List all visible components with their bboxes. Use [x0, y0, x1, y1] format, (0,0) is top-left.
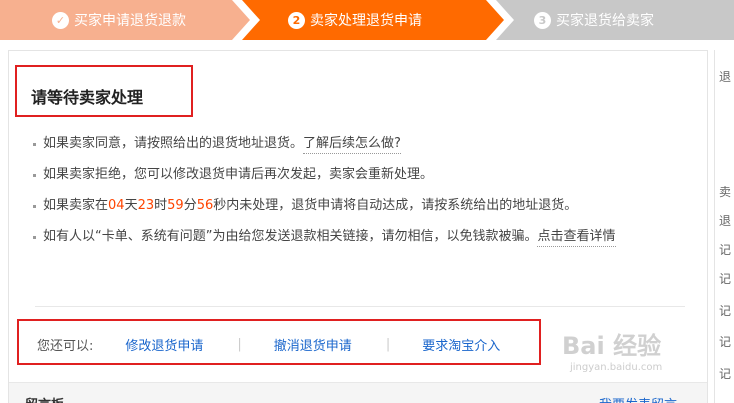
right-sidebar: 退 卖 退 记 记 记 记 记	[714, 50, 734, 403]
step-1: ✓ 买家申请退货退款	[0, 0, 250, 40]
separator: |	[385, 336, 391, 352]
check-icon: ✓	[52, 11, 69, 29]
cancel-return-request-link[interactable]: 撤消退货申请	[274, 335, 352, 354]
next-steps-link[interactable]: 了解后续怎么做?	[303, 136, 401, 154]
view-details-link[interactable]: 点击查看详情	[537, 229, 616, 247]
message-board-title: 留言板	[25, 394, 64, 403]
countdown-days: 04	[108, 198, 125, 213]
step-3-number: 3	[534, 11, 551, 29]
modify-return-request-link[interactable]: 修改退货申请	[125, 335, 203, 354]
step-3: 3 买家退货给卖家	[496, 0, 734, 40]
message-board-bar: 留言板 我要发表留言	[9, 382, 707, 403]
info-item-agree: 如果卖家同意，请按照给出的退货地址退货。了解后续怎么做?	[33, 129, 693, 160]
countdown-hours: 23	[137, 198, 155, 213]
info-item-countdown: 如果卖家在04天23时59分56秒内未处理，退货申请将自动达成，请按系统给出的地…	[33, 191, 693, 222]
step-3-label: 买家退货给卖家	[556, 13, 654, 29]
info-item-fraud-warning: 如有人以“卡单、系统有问题”为由给您发送退款相关链接，请勿相信，以免钱款被骗。点…	[33, 222, 693, 253]
watermark-url: jingyan.baidu.com	[570, 362, 663, 373]
separator: |	[237, 336, 242, 352]
page-title: 请等待卖家处理	[31, 88, 144, 107]
countdown-minutes: 59	[167, 198, 184, 213]
action-bar: 您还可以: 修改退货申请 | 撤消退货申请 | 要求淘宝介入	[37, 334, 500, 354]
request-taobao-intervention-link[interactable]: 要求淘宝介入	[422, 335, 500, 354]
info-item-reject: 如果卖家拒绝，您可以修改退货申请后再次发起，卖家会重新处理。	[33, 160, 693, 191]
info-list: 如果卖家同意，请按照给出的退货地址退货。了解后续怎么做? 如果卖家拒绝，您可以修…	[33, 129, 693, 253]
step-2: 2 卖家处理退货申请	[242, 0, 504, 40]
step-2-label: 卖家处理退货申请	[310, 13, 422, 29]
actions-lead-label: 您还可以:	[37, 338, 94, 354]
step-2-number: 2	[288, 11, 305, 29]
post-message-link[interactable]: 我要发表留言	[599, 394, 677, 403]
step-1-label: 买家申请退货退款	[74, 13, 186, 29]
baidu-watermark: Bai 经验	[562, 332, 662, 360]
step-progress-bar: ✓ 买家申请退货退款 2 卖家处理退货申请 3 买家退货给卖家	[0, 0, 734, 40]
countdown-seconds: 56	[196, 198, 214, 213]
divider	[35, 306, 685, 307]
